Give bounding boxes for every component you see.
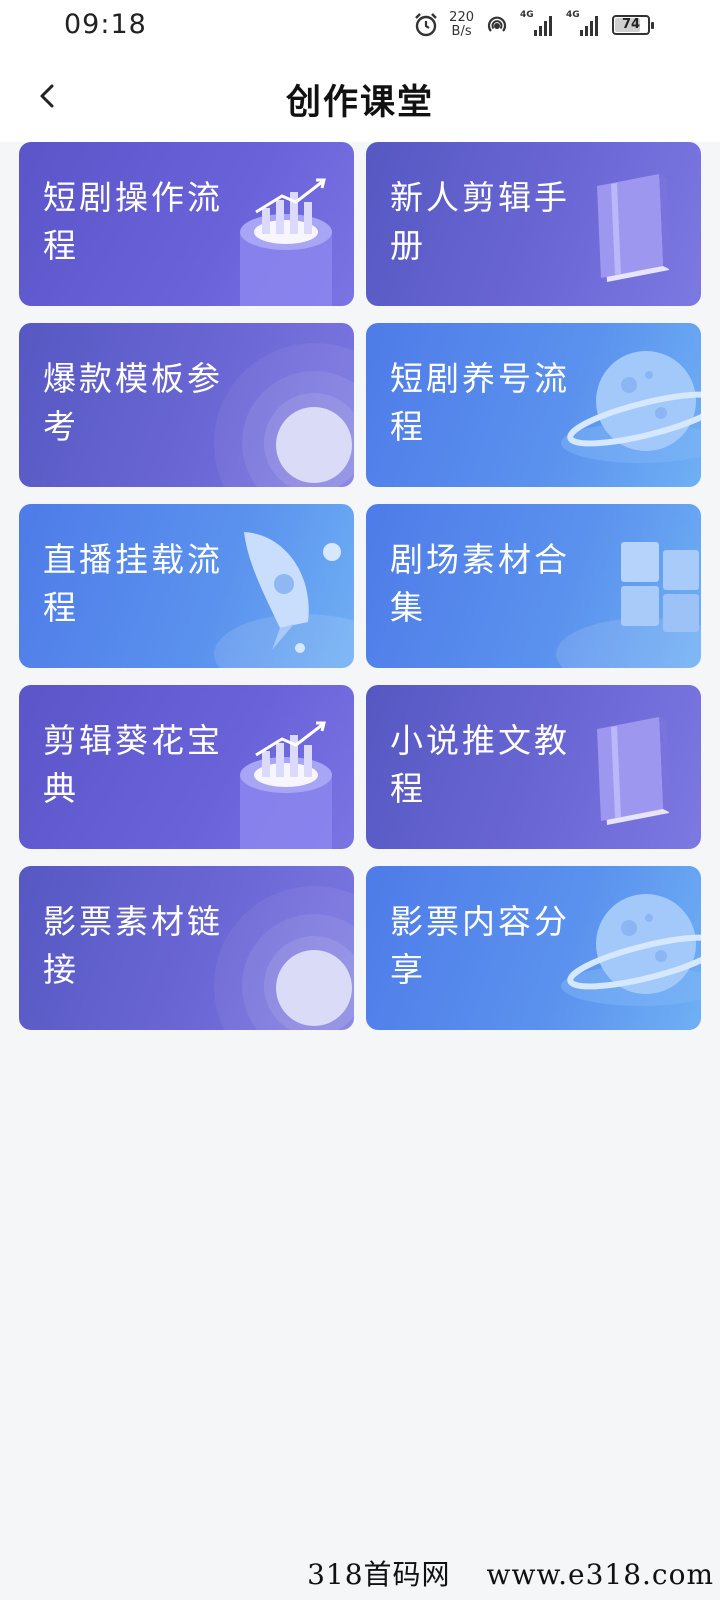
card-label: 剧场素材合集 xyxy=(390,540,570,627)
card-label: 直播挂载流程 xyxy=(43,540,223,627)
alarm-icon xyxy=(413,12,439,38)
network-speed-unit: B/s xyxy=(451,24,472,39)
card-label: 短剧养号流程 xyxy=(390,359,570,446)
card-live-mount-process[interactable]: 直播挂载流程 xyxy=(19,504,354,668)
battery-icon: 74 xyxy=(612,15,654,35)
card-account-nurturing-process[interactable]: 短剧养号流程 xyxy=(366,323,701,487)
watermark-left: 318首码网 xyxy=(307,1558,451,1591)
card-editing-sunflower-manual[interactable]: 剪辑葵花宝典 xyxy=(19,685,354,849)
card-label: 小说推文教程 xyxy=(390,721,570,808)
card-movie-ticket-content-sharing[interactable]: 影票内容分享 xyxy=(366,866,701,1030)
watermark-right: www.e318.com xyxy=(486,1558,714,1591)
card-label: 剪辑葵花宝典 xyxy=(43,721,223,808)
card-label: 新人剪辑手册 xyxy=(390,178,570,265)
sim1-label: 4G xyxy=(520,10,534,20)
card-label: 爆款模板参考 xyxy=(43,359,223,446)
sim1-signal-icon: 4G xyxy=(520,10,556,38)
watermark: 318首码网 www.e318.com xyxy=(307,1553,714,1593)
card-hit-template-reference[interactable]: 爆款模板参考 xyxy=(19,323,354,487)
battery-level: 74 xyxy=(621,17,641,32)
card-label: 影票内容分享 xyxy=(390,902,570,989)
card-label: 影票素材链接 xyxy=(43,902,223,989)
status-bar: 09:18 220 B/s 4G 4G 74 xyxy=(0,0,720,50)
card-movie-ticket-material-links[interactable]: 影票素材链接 xyxy=(19,866,354,1030)
status-icons: 220 B/s 4G 4G 74 xyxy=(413,8,654,42)
card-novel-promotion-tutorial[interactable]: 小说推文教程 xyxy=(366,685,701,849)
hotspot-icon xyxy=(484,12,510,38)
header: 创作课堂 xyxy=(0,50,720,142)
page-title: 创作课堂 xyxy=(285,83,434,123)
card-newbie-editing-manual[interactable]: 新人剪辑手册 xyxy=(366,142,701,306)
card-theater-materials-collection[interactable]: 剧场素材合集 xyxy=(366,504,701,668)
network-speed-value: 220 xyxy=(449,10,474,25)
sim2-label: 4G xyxy=(566,10,580,20)
card-short-drama-process[interactable]: 短剧操作流程 xyxy=(19,142,354,306)
status-time: 09:18 xyxy=(64,9,147,40)
card-label: 短剧操作流程 xyxy=(43,178,223,265)
network-speed: 220 B/s xyxy=(449,11,474,39)
sim2-signal-icon: 4G xyxy=(566,10,602,38)
